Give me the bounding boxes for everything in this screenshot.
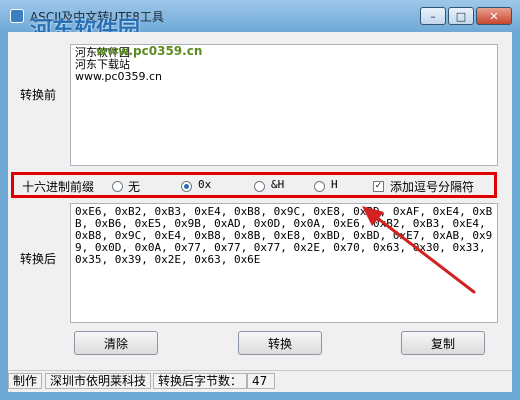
- maker-value: 深圳市依明莱科技: [45, 373, 152, 389]
- clear-button[interactable]: 清除: [74, 331, 158, 355]
- convert-button[interactable]: 转换: [238, 331, 322, 355]
- maker-label: 制作: [8, 373, 43, 389]
- bytes-count-label: 转换后字节数：: [153, 373, 248, 389]
- copy-button[interactable]: 复制: [401, 331, 485, 355]
- bytes-count-value: 47: [247, 373, 275, 389]
